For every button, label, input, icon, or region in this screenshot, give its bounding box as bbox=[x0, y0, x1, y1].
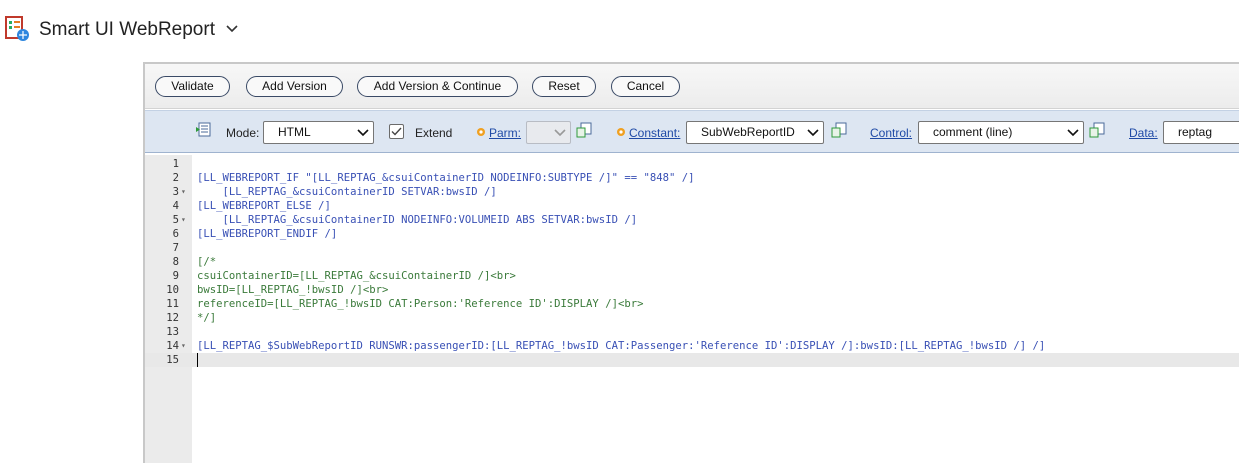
insert-toolbar: Mode: HTML Extend Parm: Constant: SubWeb… bbox=[145, 110, 1239, 153]
text-cursor bbox=[197, 353, 198, 367]
chevron-down-icon bbox=[554, 129, 566, 137]
line-number: 4 bbox=[172, 200, 179, 212]
data-select-value: reptag bbox=[1178, 125, 1213, 139]
code-line-text: [LL_REPTAG_$SubWebReportID RUNSWR:passen… bbox=[197, 340, 1046, 352]
code-line[interactable]: 5 ▾ [LL_REPTAG_&csuiContainerID NODEINFO:… bbox=[145, 213, 1239, 227]
extend-checkbox[interactable] bbox=[389, 124, 404, 139]
code-line-text: [LL_WEBREPORT_IF "[LL_REPTAG_&csuiContai… bbox=[197, 172, 695, 184]
code-line-text: [/* bbox=[197, 256, 217, 268]
line-number: 11 bbox=[166, 298, 179, 310]
insert-control-icon[interactable] bbox=[1089, 122, 1106, 139]
line-number: 14 bbox=[166, 340, 179, 352]
code-line[interactable]: 15 bbox=[145, 353, 1239, 367]
constant-select[interactable]: SubWebReportID bbox=[686, 121, 824, 144]
chevron-down-icon[interactable] bbox=[225, 23, 239, 35]
line-number: 5 bbox=[172, 214, 179, 226]
code-line[interactable]: 13 bbox=[145, 325, 1239, 339]
code-line[interactable]: 2 [LL_WEBREPORT_IF "[LL_REPTAG_&csuiConta… bbox=[145, 171, 1239, 185]
chevron-down-icon bbox=[357, 129, 369, 137]
line-number: 10 bbox=[166, 284, 179, 296]
insert-constant-icon[interactable] bbox=[831, 122, 848, 139]
reset-button[interactable]: Reset bbox=[532, 76, 596, 97]
mode-label: Mode: bbox=[226, 126, 260, 140]
line-number: 8 bbox=[172, 256, 179, 268]
data-select[interactable]: reptag bbox=[1163, 121, 1239, 144]
line-number: 3 bbox=[172, 186, 179, 198]
validate-button[interactable]: Validate bbox=[155, 76, 230, 97]
code-line[interactable]: 1 bbox=[145, 157, 1239, 171]
mode-select[interactable]: HTML bbox=[263, 121, 374, 144]
add-version-continue-button[interactable]: Add Version & Continue bbox=[357, 76, 518, 97]
line-number: 1 bbox=[172, 158, 179, 170]
code-line-text: bwsID=[LL_REPTAG_!bwsID /]<br> bbox=[197, 284, 389, 296]
code-editor[interactable]: 1 2 [LL_WEBREPORT_IF "[LL_REPTAG_&csuiCont… bbox=[145, 155, 1239, 463]
line-number: 2 bbox=[172, 172, 179, 184]
webreport-app-icon bbox=[5, 16, 29, 41]
parm-link[interactable]: Parm: bbox=[489, 126, 521, 140]
code-line[interactable]: 9 csuiContainerID=[LL_REPTAG_&csuiContain… bbox=[145, 269, 1239, 283]
constant-select-value: SubWebReportID bbox=[701, 125, 795, 139]
code-line[interactable]: 3 ▾ [LL_REPTAG_&csuiContainerID SETVAR:bw… bbox=[145, 185, 1239, 199]
code-line[interactable]: 10 bwsID=[LL_REPTAG_!bwsID /]<br> bbox=[145, 283, 1239, 297]
code-line[interactable]: 6 [LL_WEBREPORT_ENDIF /] bbox=[145, 227, 1239, 241]
code-line-text: */] bbox=[197, 312, 217, 324]
parm-select[interactable] bbox=[526, 121, 571, 144]
line-number: 15 bbox=[166, 354, 179, 366]
constant-link[interactable]: Constant: bbox=[629, 126, 680, 140]
fold-toggle-icon[interactable]: ▾ bbox=[181, 339, 190, 353]
line-number: 7 bbox=[172, 242, 179, 254]
control-select-value: comment (line) bbox=[933, 125, 1013, 139]
code-line-text: [LL_REPTAG_&csuiContainerID NODEINFO:VOL… bbox=[197, 214, 638, 226]
code-line[interactable]: 8 [/* bbox=[145, 255, 1239, 269]
line-number: 9 bbox=[172, 270, 179, 282]
code-line[interactable]: 11 referenceID=[LL_REPTAG_!bwsID CAT:Pers… bbox=[145, 297, 1239, 311]
title-bar: Smart UI WebReport bbox=[0, 0, 1239, 62]
code-line-text: [LL_REPTAG_&csuiContainerID SETVAR:bwsID… bbox=[197, 186, 497, 198]
help-bullet-icon bbox=[617, 128, 625, 136]
mode-icon[interactable] bbox=[195, 121, 212, 138]
code-line-text: [LL_WEBREPORT_ELSE /] bbox=[197, 200, 331, 212]
code-line-text: [LL_WEBREPORT_ENDIF /] bbox=[197, 228, 338, 240]
code-line[interactable]: 4 [LL_WEBREPORT_ELSE /] bbox=[145, 199, 1239, 213]
insert-parm-icon[interactable] bbox=[576, 122, 593, 139]
line-number: 13 bbox=[166, 326, 179, 338]
fold-toggle-icon[interactable]: ▾ bbox=[181, 185, 190, 199]
line-number: 12 bbox=[166, 312, 179, 324]
code-line-text: csuiContainerID=[LL_REPTAG_&csuiContaine… bbox=[197, 270, 516, 282]
extend-label: Extend bbox=[415, 126, 453, 140]
app-title: Smart UI WebReport bbox=[39, 19, 215, 40]
add-version-button[interactable]: Add Version bbox=[246, 76, 343, 97]
code-line-text: referenceID=[LL_REPTAG_!bwsID CAT:Person… bbox=[197, 298, 644, 310]
editor-frame: Validate Add Version Add Version & Conti… bbox=[143, 62, 1239, 463]
check-icon bbox=[391, 127, 402, 136]
cancel-button[interactable]: Cancel bbox=[611, 76, 680, 97]
chevron-down-icon bbox=[1067, 129, 1079, 137]
code-line[interactable]: 12 */] bbox=[145, 311, 1239, 325]
data-link[interactable]: Data: bbox=[1129, 126, 1158, 140]
line-number: 6 bbox=[172, 228, 179, 240]
code-line[interactable]: 7 bbox=[145, 241, 1239, 255]
chevron-down-icon bbox=[807, 129, 819, 137]
control-link[interactable]: Control: bbox=[870, 126, 912, 140]
mode-select-value: HTML bbox=[278, 125, 311, 139]
action-button-bar: Validate Add Version Add Version & Conti… bbox=[145, 64, 1239, 109]
fold-toggle-icon[interactable]: ▾ bbox=[181, 213, 190, 227]
code-line[interactable]: 14 ▾ [LL_REPTAG_$SubWebReportID RUNSWR:pas… bbox=[145, 339, 1239, 353]
control-select[interactable]: comment (line) bbox=[918, 121, 1084, 144]
help-bullet-icon bbox=[477, 128, 485, 136]
